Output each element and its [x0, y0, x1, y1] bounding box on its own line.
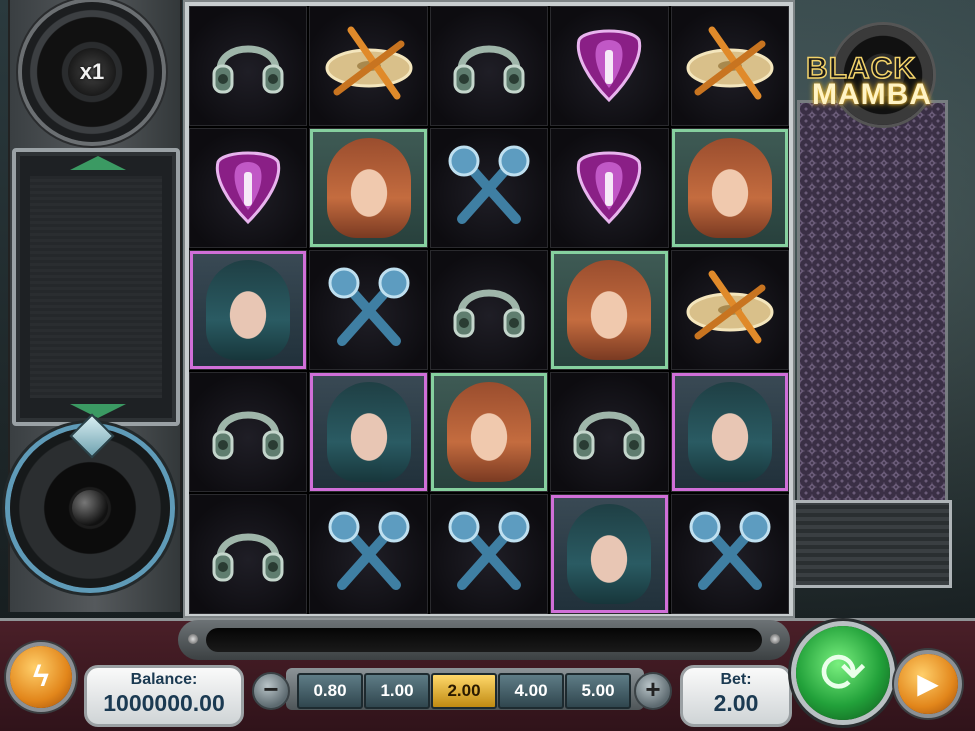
- microphones-icon: [444, 141, 534, 236]
- guitar-pick-symbol: [550, 6, 669, 126]
- bet-label: Bet:: [720, 671, 752, 688]
- singer-dark-hair-icon: [326, 382, 411, 482]
- bet-option-button[interactable]: 2.00: [431, 673, 497, 709]
- microphones-icon: [685, 507, 775, 602]
- bet-option-button[interactable]: 0.80: [297, 673, 363, 709]
- quick-spin-button[interactable]: ϟ: [10, 646, 72, 708]
- microphones-symbol: [429, 128, 549, 248]
- cymbal-drumsticks-icon: [321, 22, 417, 111]
- reel-frame: [183, 0, 795, 618]
- multiplier-display: x1: [68, 48, 116, 96]
- cymbal-drumsticks-icon: [682, 266, 778, 355]
- headphones-symbol: [429, 6, 549, 126]
- bet-decrease-button[interactable]: −: [252, 672, 290, 710]
- cymbal-drumsticks-icon: [682, 22, 778, 111]
- microphones-symbol: [670, 494, 789, 614]
- right-pay-meter: [797, 100, 948, 506]
- headphones-symbol: [429, 250, 549, 370]
- singer-red-hair-icon: [567, 260, 652, 360]
- microphones-icon: [324, 507, 414, 602]
- headphones-icon: [447, 266, 531, 355]
- cymbal-drumsticks-symbol: [309, 6, 428, 126]
- singer-red-hair-icon: [687, 138, 772, 238]
- headphones-symbol: [189, 494, 308, 614]
- meter-down-arrow-icon: [70, 404, 126, 418]
- portrait-dark-hair-symbol: [550, 494, 669, 614]
- portrait-red-hair-symbol: [550, 250, 669, 370]
- headphones-symbol: [189, 6, 308, 126]
- speaker-dome: [72, 490, 108, 526]
- bet-option-button[interactable]: 1.00: [364, 673, 430, 709]
- message-bar: [178, 620, 790, 660]
- guitar-pick-icon: [567, 22, 651, 111]
- message-display: [206, 628, 762, 652]
- headphones-symbol: [189, 372, 308, 492]
- headphones-icon: [206, 510, 290, 599]
- cymbal-drumsticks-symbol: [670, 6, 789, 126]
- meter-up-arrow-icon: [70, 156, 126, 170]
- headphones-icon: [206, 388, 290, 477]
- portrait-dark-hair-symbol: [189, 250, 308, 370]
- singer-red-hair-icon: [326, 138, 411, 238]
- microphones-symbol: [309, 494, 428, 614]
- headphones-icon: [567, 388, 651, 477]
- game-logo-mamba: MAMBA: [812, 78, 932, 111]
- portrait-red-hair-symbol: [670, 128, 789, 248]
- singer-dark-hair-icon: [687, 382, 772, 482]
- spin-arrows-icon: ⟳: [819, 641, 867, 704]
- bet-value: 2.00: [713, 690, 759, 716]
- guitar-pick-icon: [567, 144, 651, 233]
- bet-panel: Bet: 2.00: [680, 665, 792, 727]
- balance-label: Balance:: [130, 671, 198, 688]
- lightning-icon: ϟ: [33, 660, 49, 693]
- microphones-icon: [444, 507, 534, 602]
- bet-option-button[interactable]: 4.00: [498, 673, 564, 709]
- bet-option-button[interactable]: 5.00: [565, 673, 631, 709]
- headphones-symbol: [550, 372, 669, 492]
- autoplay-icon: ▶: [917, 668, 939, 699]
- guitar-pick-symbol: [189, 128, 308, 248]
- bet-increase-button[interactable]: +: [634, 672, 672, 710]
- balance-panel: Balance: 1000000.00: [84, 665, 244, 727]
- microphones-symbol: [309, 250, 428, 370]
- cymbal-drumsticks-symbol: [670, 250, 789, 370]
- singer-dark-hair-icon: [206, 260, 291, 360]
- autoplay-button[interactable]: ▶: [898, 654, 958, 714]
- bolt-icon: [188, 634, 198, 644]
- bottom-speaker: [10, 413, 170, 588]
- bolt-icon: [770, 634, 780, 644]
- feature-meter: [12, 148, 180, 426]
- portrait-red-hair-symbol: [309, 128, 428, 248]
- right-tower-base: [793, 500, 952, 588]
- meter-screen: [30, 176, 162, 398]
- guitar-pick-symbol: [550, 128, 669, 248]
- headphones-icon: [206, 22, 290, 111]
- portrait-dark-hair-symbol: [309, 372, 428, 492]
- balance-value: 1000000.00: [103, 690, 225, 716]
- reel-grid: [189, 6, 789, 614]
- portrait-dark-hair-symbol: [670, 372, 789, 492]
- microphones-icon: [324, 263, 414, 358]
- microphones-symbol: [429, 494, 549, 614]
- portrait-red-hair-symbol: [429, 372, 549, 492]
- spin-button[interactable]: ⟳: [796, 626, 890, 720]
- singer-red-hair-icon: [446, 382, 531, 482]
- singer-dark-hair-icon: [567, 504, 652, 604]
- headphones-icon: [447, 22, 531, 111]
- guitar-pick-icon: [206, 144, 290, 233]
